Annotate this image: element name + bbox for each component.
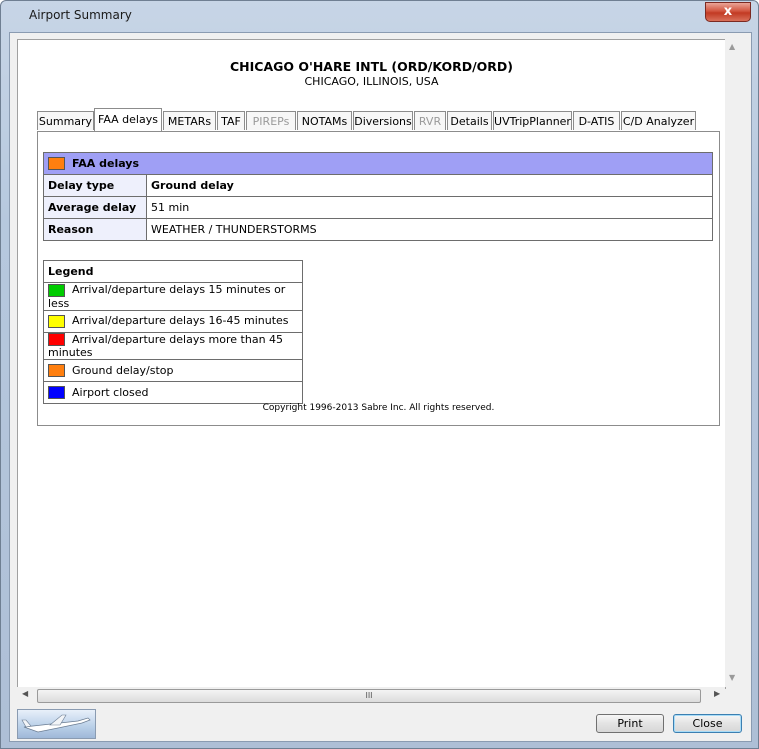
table-row: Reason WEATHER / THUNDERSTORMS: [43, 218, 713, 241]
scroll-right-icon[interactable]: ▶: [714, 689, 720, 698]
tab-uvtripplanner[interactable]: UVTripPlanner: [493, 111, 572, 130]
legend-item-label: Arrival/departure delays 16-45 minutes: [72, 314, 289, 328]
legend-item: Ground delay/stop: [43, 359, 303, 382]
tab-pireps: PIREPs: [246, 111, 296, 130]
tab-summary[interactable]: Summary: [37, 111, 94, 130]
airplane-icon: [21, 714, 91, 733]
content-pane: CHICAGO O'HARE INTL (ORD/KORD/ORD) CHICA…: [17, 39, 726, 689]
airport-summary-window: Airport Summary x CHICAGO O'HARE INTL (O…: [0, 0, 759, 749]
faa-delays-header-row: FAA delays: [43, 152, 713, 175]
window-client-area: CHICAGO O'HARE INTL (ORD/KORD/ORD) CHICA…: [9, 32, 752, 742]
delay-type-value: Ground delay: [146, 174, 713, 197]
airplane-logo: [17, 709, 96, 739]
faa-delays-header: FAA delays: [43, 152, 713, 175]
legend-item: Arrival/departure delays more than 45 mi…: [43, 331, 303, 360]
window-close-button[interactable]: x: [705, 2, 751, 22]
tab-taf[interactable]: TAF: [217, 111, 245, 130]
orange-swatch: [48, 364, 65, 378]
legend-item-label: Ground delay/stop: [72, 363, 174, 377]
scroll-down-icon[interactable]: ▼: [729, 673, 735, 682]
faa-delays-header-label: FAA delays: [72, 156, 140, 170]
tab-cd-analyzer[interactable]: C/D Analyzer: [621, 111, 696, 130]
tab-rvr: RVR: [414, 111, 446, 130]
legend-item-label: Airport closed: [72, 385, 149, 399]
table-row: Delay type Ground delay: [43, 174, 713, 197]
delay-type-label: Delay type: [43, 174, 147, 197]
tab-d-atis[interactable]: D-ATIS: [573, 111, 620, 130]
close-button[interactable]: Close: [673, 714, 742, 733]
window-title: Airport Summary: [29, 8, 132, 22]
airport-location: CHICAGO, ILLINOIS, USA: [304, 75, 439, 88]
legend-item-label: Arrival/departure delays more than 45 mi…: [48, 332, 284, 360]
tab-diversions[interactable]: Diversions: [353, 111, 413, 130]
legend-title: Legend: [43, 260, 303, 283]
red-swatch: [48, 333, 65, 346]
average-delay-label: Average delay: [43, 196, 147, 219]
legend-table: Legend Arrival/departure delays 15 minut…: [43, 260, 303, 404]
copyright-notice: Copyright 1996-2013 Sabre Inc. All right…: [262, 403, 495, 413]
airport-name: CHICAGO O'HARE INTL (ORD/KORD/ORD): [230, 59, 513, 74]
horizontal-scrollbar[interactable]: ◀ III ▶: [17, 687, 725, 704]
reason-value: WEATHER / THUNDERSTORMS: [146, 218, 713, 241]
title-bar[interactable]: Airport Summary x: [1, 1, 758, 31]
legend-item: Airport closed: [43, 381, 303, 404]
horizontal-scroll-thumb[interactable]: III: [37, 689, 701, 703]
table-row: Average delay 51 min: [43, 196, 713, 219]
scroll-left-icon[interactable]: ◀: [22, 689, 28, 698]
average-delay-value: 51 min: [146, 196, 713, 219]
faa-delays-panel: FAA delays Delay type Ground delay Avera…: [37, 131, 720, 426]
scroll-up-icon[interactable]: ▲: [729, 42, 735, 51]
green-swatch: [48, 283, 65, 297]
vertical-scrollbar[interactable]: ▲ ▼: [725, 39, 742, 687]
ground-delay-status-swatch: [48, 157, 65, 171]
legend-item-label: Arrival/departure delays 15 minutes or l…: [48, 283, 286, 310]
tab-details[interactable]: Details: [447, 111, 492, 130]
faa-delays-table: FAA delays Delay type Ground delay Avera…: [43, 152, 713, 241]
legend-item: Arrival/departure delays 16-45 minutes: [43, 309, 303, 333]
tab-metars[interactable]: METARs: [163, 111, 216, 130]
tab-faa-delays[interactable]: FAA delays: [94, 108, 162, 131]
print-button[interactable]: Print: [596, 714, 664, 733]
tab-notams[interactable]: NOTAMs: [297, 111, 352, 130]
yellow-swatch: [48, 314, 65, 328]
blue-swatch: [48, 386, 65, 400]
legend-item: Arrival/departure delays 15 minutes or l…: [43, 282, 303, 311]
reason-label: Reason: [43, 218, 147, 241]
